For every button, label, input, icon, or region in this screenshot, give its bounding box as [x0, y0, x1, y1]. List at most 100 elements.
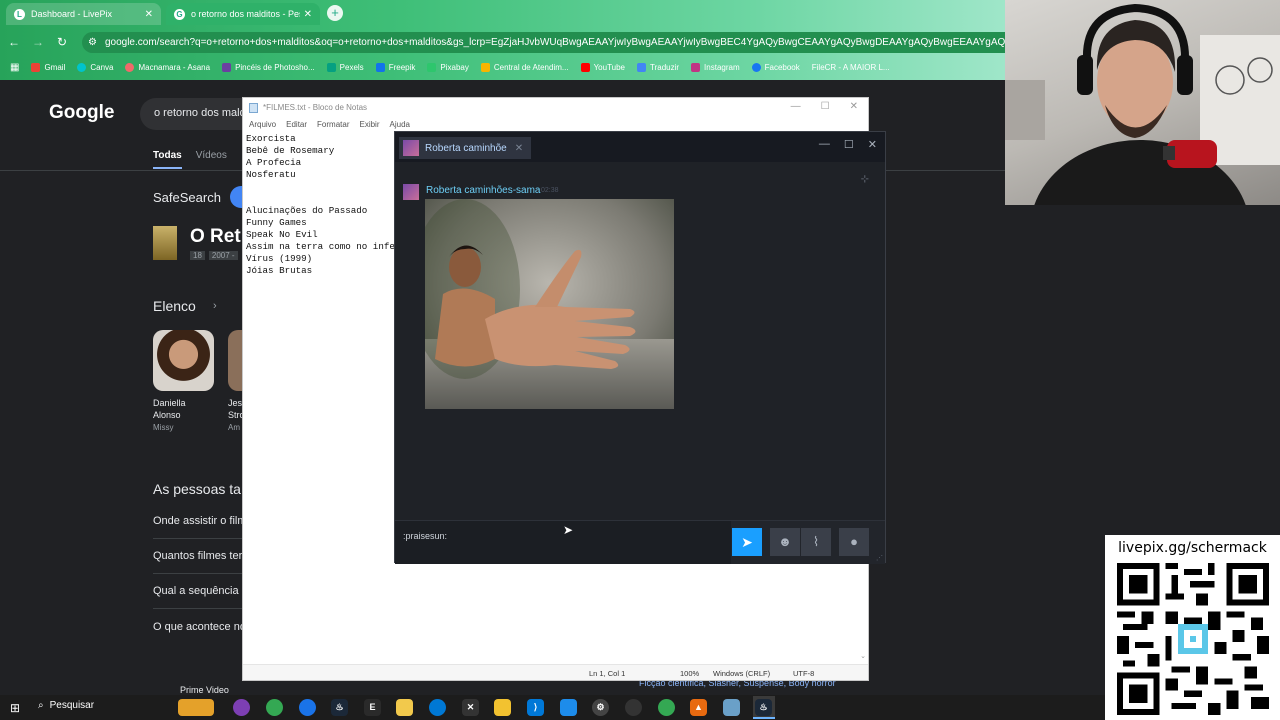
- bookmark-central-atendimento[interactable]: Central de Atendim...: [480, 62, 569, 72]
- menu-arquivo[interactable]: Arquivo: [249, 120, 276, 129]
- send-button[interactable]: ➤: [732, 528, 762, 556]
- app-icon[interactable]: [299, 699, 316, 716]
- file-explorer-icon[interactable]: [396, 699, 413, 716]
- windows-start-icon[interactable]: ⊞: [10, 701, 20, 715]
- question-item[interactable]: Quantos filmes ter: [153, 550, 242, 562]
- menu-ajuda[interactable]: Ajuda: [390, 120, 410, 129]
- steam-icon[interactable]: ♨: [331, 699, 348, 716]
- zoom-level: 100%: [680, 669, 700, 678]
- edge-icon[interactable]: [429, 699, 446, 716]
- window-controls: — ☐ ✕: [791, 101, 858, 112]
- message-image[interactable]: [425, 199, 674, 409]
- chrome-icon[interactable]: [658, 699, 675, 716]
- vlc-icon[interactable]: ▲: [690, 699, 707, 716]
- cast-heading[interactable]: Elenco: [153, 298, 196, 314]
- url-text: google.com/search?q=o+retorno+dos+maldit…: [104, 37, 1005, 48]
- question-item[interactable]: Onde assistir o film: [153, 515, 247, 527]
- back-arrow-icon[interactable]: ←: [6, 34, 22, 50]
- bookmark-filecr[interactable]: FileCR - A MAIOR L...: [812, 63, 890, 72]
- chrome-icon[interactable]: [266, 699, 283, 716]
- google-favicon-icon: G: [174, 8, 185, 20]
- obs-icon[interactable]: [625, 699, 642, 716]
- movie-poster-thumbnail[interactable]: [153, 226, 177, 260]
- message-sender[interactable]: Roberta caminhões-sama: [426, 185, 541, 196]
- scroll-down-icon[interactable]: ⌄: [860, 652, 866, 660]
- app-icon[interactable]: [560, 699, 577, 716]
- google-search-input[interactable]: o retorno dos maldi: [140, 98, 250, 130]
- address-bar[interactable]: ⚙ google.com/search?q=o+retorno+dos+mald…: [82, 32, 1005, 53]
- tab-videos[interactable]: Vídeos: [196, 150, 227, 169]
- capcut-icon[interactable]: ✕: [462, 699, 479, 716]
- avatar[interactable]: [403, 184, 419, 200]
- maximize-icon[interactable]: ☐: [821, 101, 830, 112]
- chevron-right-icon[interactable]: ›: [213, 300, 217, 312]
- app-icon[interactable]: [233, 699, 250, 716]
- bookmark-youtube[interactable]: YouTube: [580, 62, 625, 72]
- tab-livepix[interactable]: L Dashboard - LivePix ✕: [6, 3, 161, 25]
- avatar: [403, 140, 419, 156]
- bookmark-instagram[interactable]: Instagram: [691, 62, 740, 72]
- new-tab-button[interactable]: +: [327, 5, 343, 21]
- minimize-icon[interactable]: —: [791, 101, 801, 112]
- bookmark-asana[interactable]: Macnamara - Asana: [125, 62, 210, 72]
- minimize-icon[interactable]: —: [819, 138, 830, 151]
- question-item[interactable]: O que acontece no: [153, 621, 246, 633]
- apps-grid-icon[interactable]: ▦: [10, 62, 19, 73]
- bookmark-freepik[interactable]: Freepik: [375, 62, 415, 72]
- close-tab-icon[interactable]: ✕: [515, 143, 523, 154]
- tab-close-icon[interactable]: ✕: [145, 9, 153, 20]
- chat-tab-name: Roberta caminhõe: [425, 142, 507, 154]
- attach-button[interactable]: ⌇: [801, 528, 831, 556]
- asana-icon: [125, 62, 135, 72]
- bookmark-traduzir[interactable]: Traduzir: [637, 62, 679, 72]
- cast-name[interactable]: Daniella Alonso: [153, 397, 213, 421]
- safesearch-label[interactable]: SafeSearch: [153, 190, 221, 205]
- menu-formatar[interactable]: Formatar: [317, 120, 349, 129]
- chat-tab[interactable]: Roberta caminhõe ✕: [399, 137, 532, 159]
- bookmark-facebook[interactable]: Facebook: [751, 62, 800, 72]
- steam-chat-window: Roberta caminhõe ✕ — ☐ ✕ ⊹ Roberta camin…: [394, 131, 886, 564]
- close-icon[interactable]: ✕: [850, 101, 858, 112]
- cast-photo-daniella[interactable]: [153, 330, 214, 391]
- windows-taskbar: ⊞ ⌕ Pesquisar ♨ E ✕ ⟩ ⚙ ▲ ♨: [0, 695, 1105, 720]
- site-info-icon[interactable]: ⚙: [88, 37, 97, 49]
- epic-games-icon[interactable]: E: [364, 699, 381, 716]
- prime-video-link[interactable]: Prime Video: [180, 685, 229, 695]
- people-also-ask-heading: As pessoas ta: [153, 481, 241, 497]
- bookmark-canva[interactable]: Canva: [77, 62, 113, 72]
- bookmark-photoshop-brushes[interactable]: Pincéis de Photosho...: [222, 62, 315, 72]
- result-title[interactable]: O Ret: [190, 226, 241, 248]
- cast-name[interactable]: Jes Stro: [228, 397, 242, 421]
- steam-icon[interactable]: ♨: [755, 699, 772, 716]
- bookmark-gmail[interactable]: Gmail: [31, 62, 65, 72]
- tab-close-icon[interactable]: ✕: [304, 9, 312, 20]
- emoticon-button[interactable]: ☻: [770, 528, 800, 556]
- voice-button[interactable]: ●: [839, 528, 869, 556]
- taskbar-search[interactable]: ⌕ Pesquisar: [38, 700, 94, 711]
- resize-grip-icon[interactable]: ⋰: [876, 554, 883, 562]
- question-item[interactable]: Qual a sequência c: [153, 585, 247, 597]
- google-logo[interactable]: Google: [49, 102, 114, 124]
- close-icon[interactable]: ✕: [868, 138, 877, 151]
- vscode-icon[interactable]: ⟩: [527, 699, 544, 716]
- pin-icon[interactable]: ⊹: [861, 174, 869, 185]
- hand-man-photo: [425, 199, 674, 409]
- settings-gear-icon[interactable]: ⚙: [592, 699, 609, 716]
- reload-icon[interactable]: ↻: [54, 34, 70, 50]
- notepad-text-area[interactable]: Exorcista Bebê de Rosemary A Profecia No…: [246, 133, 400, 277]
- menu-editar[interactable]: Editar: [286, 120, 307, 129]
- news-widget-icon[interactable]: [178, 699, 214, 716]
- cast-photo-partial[interactable]: [228, 330, 242, 391]
- translate-icon: [637, 62, 646, 72]
- bookmark-pexels[interactable]: Pexels: [326, 62, 364, 72]
- tab-all[interactable]: Todas: [153, 150, 182, 169]
- menu-exibir[interactable]: Exibir: [359, 120, 379, 129]
- bookmark-pixabay[interactable]: Pixabay: [427, 62, 469, 72]
- notepad-icon[interactable]: [723, 699, 740, 716]
- year-badge: 2007 -: [208, 251, 238, 260]
- streamer-camera-feed: [1005, 3, 1280, 205]
- tab-google-search[interactable]: G o retorno dos malditos - Pesqu ✕: [166, 3, 320, 25]
- power-bi-icon[interactable]: [494, 699, 511, 716]
- forward-arrow-icon[interactable]: →: [30, 34, 46, 50]
- maximize-icon[interactable]: ☐: [844, 138, 854, 151]
